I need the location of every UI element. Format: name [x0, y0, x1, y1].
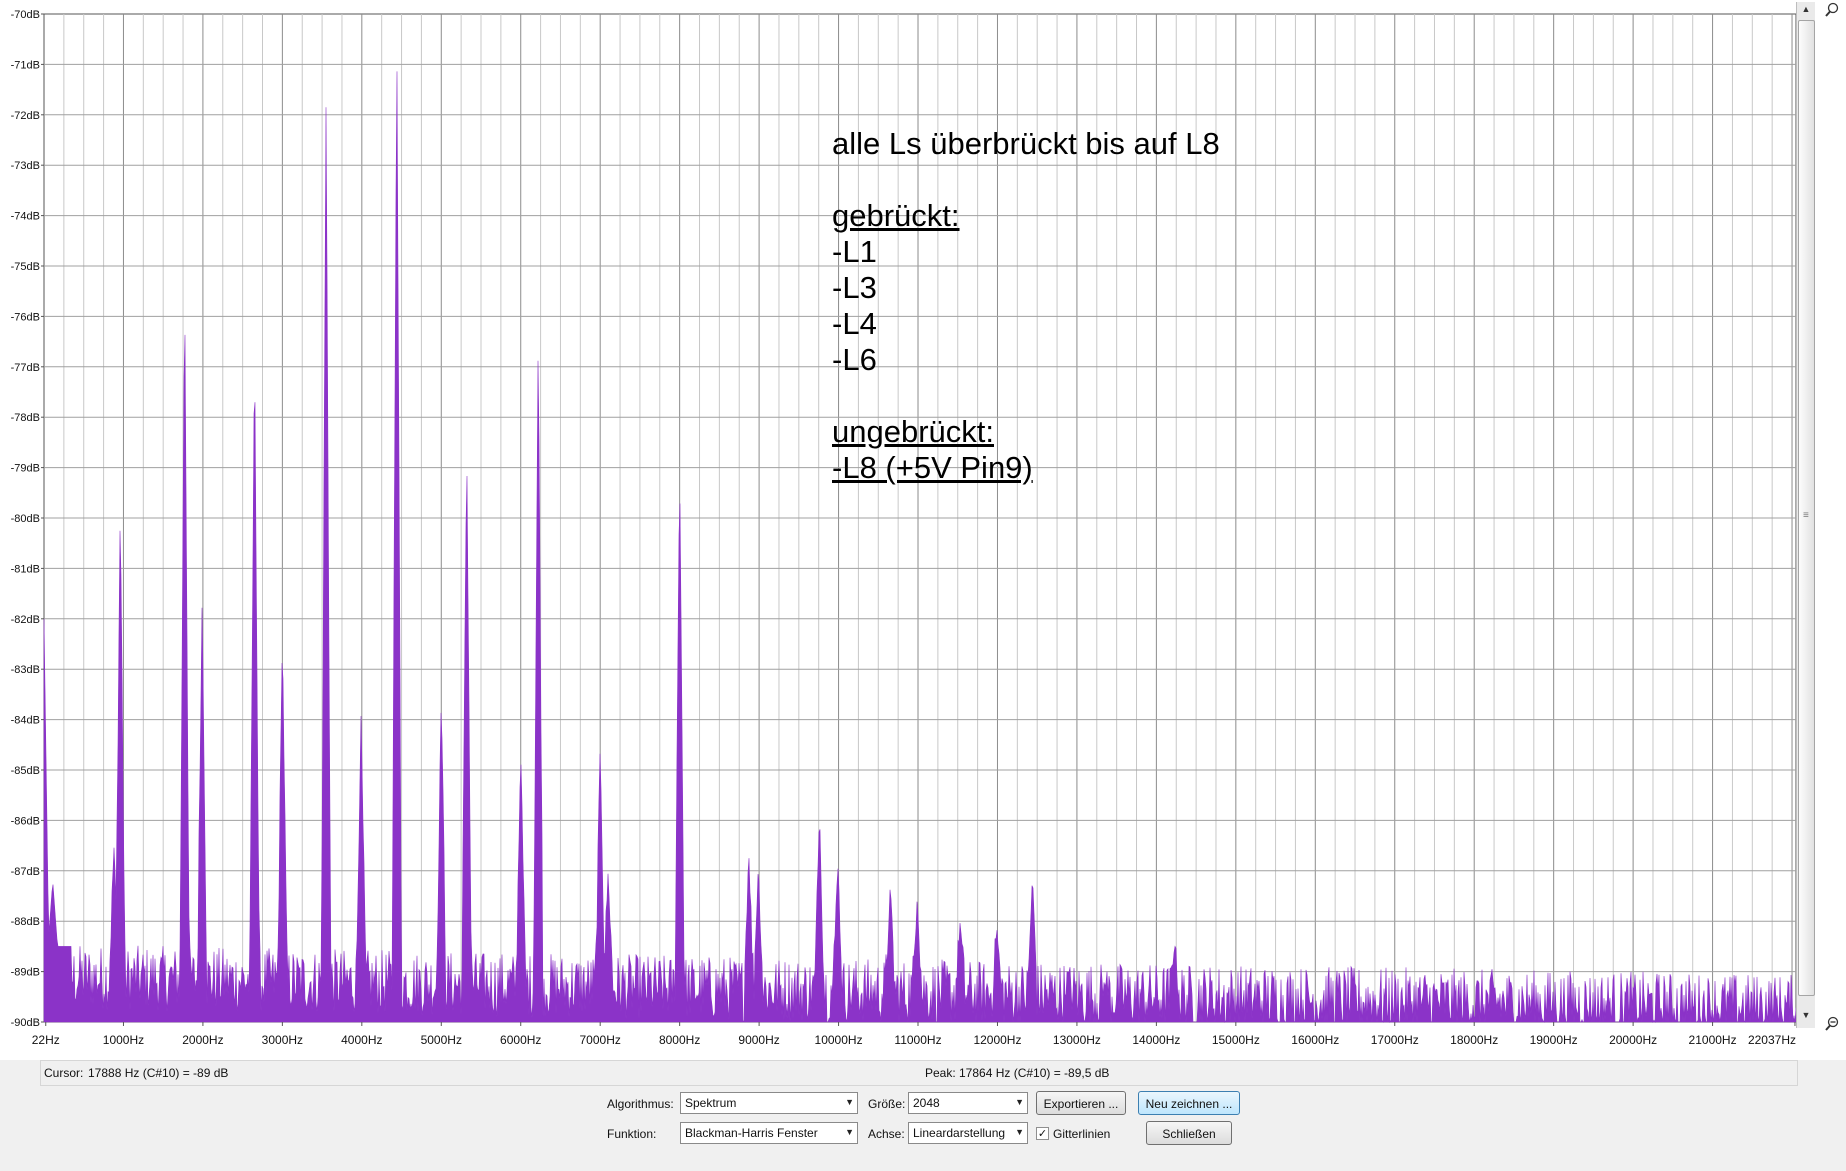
y-tick-label: -71dB — [11, 59, 40, 71]
function-label: Funktion: — [607, 1127, 657, 1141]
vertical-scrollbar[interactable]: ▲ ≡ ▼ — [1796, 2, 1815, 1028]
y-tick-label: -72dB — [11, 110, 40, 122]
x-tick-label: 13000Hz — [1053, 1033, 1101, 1047]
zoom-in-icon[interactable] — [1824, 2, 1840, 18]
x-tick-label: 22037Hz — [1748, 1033, 1796, 1047]
axis-select[interactable]: Lineardarstellung ▼ — [908, 1122, 1028, 1144]
y-tick-label: -82dB — [11, 614, 40, 626]
function-select[interactable]: Blackman-Harris Fenster ▼ — [680, 1122, 858, 1144]
x-tick-label: 4000Hz — [341, 1033, 382, 1047]
gridlines-checkbox[interactable]: ✓ — [1036, 1127, 1049, 1140]
y-tick-label: -89dB — [11, 967, 40, 979]
x-tick-label: 18000Hz — [1450, 1033, 1498, 1047]
algorithm-value: Spektrum — [685, 1096, 737, 1110]
algorithm-label: Algorithmus: — [607, 1097, 674, 1111]
annotation-item: -L1 — [832, 234, 877, 269]
gridlines-label: Gitterlinien — [1053, 1127, 1111, 1141]
x-tick-label: 3000Hz — [262, 1033, 303, 1047]
size-value: 2048 — [913, 1096, 940, 1110]
y-tick-label: -88dB — [11, 916, 40, 928]
controls-panel: Algorithmus: Spektrum ▼ Größe: 2048 ▼ Ex… — [0, 1085, 1846, 1171]
grip-icon: ≡ — [1803, 510, 1809, 521]
y-tick-label: -74dB — [11, 211, 40, 223]
algorithm-select[interactable]: Spektrum ▼ — [680, 1092, 858, 1114]
x-tick-label: 16000Hz — [1291, 1033, 1339, 1047]
chevron-down-icon: ▼ — [845, 1097, 854, 1107]
y-tick-label: -84dB — [11, 715, 40, 727]
y-tick-label: -73dB — [11, 160, 40, 172]
plot-annotation: alle Ls überbrückt bis auf L8 gebrückt: … — [832, 126, 1220, 486]
annotation-item: -L8 (+5V Pin9) — [832, 450, 1033, 485]
y-tick-label: -80dB — [11, 513, 40, 525]
y-tick-label: -87dB — [11, 866, 40, 878]
peak-value: 17864 Hz (C#10) = -89,5 dB — [959, 1066, 1110, 1080]
size-label: Größe: — [868, 1097, 906, 1111]
size-select[interactable]: 2048 ▼ — [908, 1092, 1028, 1114]
y-tick-label: -76dB — [11, 311, 40, 323]
x-tick-label: 2000Hz — [182, 1033, 223, 1047]
chevron-down-icon: ▼ — [1015, 1097, 1024, 1107]
y-tick-label: -78dB — [11, 412, 40, 424]
annotation-item: -L6 — [832, 342, 877, 377]
chevron-down-icon: ▼ — [845, 1127, 854, 1137]
axis-value: Lineardarstellung — [913, 1126, 1006, 1140]
redraw-button[interactable]: Neu zeichnen ... — [1138, 1091, 1240, 1115]
x-tick-label: 7000Hz — [580, 1033, 621, 1047]
x-tick-label: 17000Hz — [1371, 1033, 1419, 1047]
annotation-heading-bridged: gebrückt: — [832, 198, 960, 233]
status-bar: Cursor: 17888 Hz (C#10) = -89 dB Peak: 1… — [40, 1060, 1798, 1086]
x-tick-label: 22Hz — [32, 1033, 60, 1047]
x-tick-label: 6000Hz — [500, 1033, 541, 1047]
y-tick-label: -75dB — [11, 261, 40, 273]
x-tick-label: 21000Hz — [1689, 1033, 1737, 1047]
x-tick-label: 8000Hz — [659, 1033, 700, 1047]
annotation-heading-unbridged: ungebrückt: — [832, 414, 994, 449]
y-tick-label: -83dB — [11, 664, 40, 676]
annotation-item: -L3 — [832, 270, 877, 305]
y-tick-label: -90dB — [11, 1017, 40, 1029]
axis-label: Achse: — [868, 1127, 905, 1141]
x-tick-label: 10000Hz — [815, 1033, 863, 1047]
cursor-label: Cursor: — [44, 1066, 84, 1080]
x-tick-label: 12000Hz — [973, 1033, 1021, 1047]
x-tick-label: 11000Hz — [894, 1033, 941, 1047]
y-tick-label: -79dB — [11, 463, 40, 475]
x-tick-label: 15000Hz — [1212, 1033, 1260, 1047]
function-value: Blackman-Harris Fenster — [685, 1126, 818, 1140]
x-tick-label: 5000Hz — [421, 1033, 462, 1047]
scroll-up-arrow-icon[interactable]: ▲ — [1797, 4, 1815, 20]
annotation-title: alle Ls überbrückt bis auf L8 — [832, 126, 1220, 161]
zoom-out-icon[interactable] — [1824, 1016, 1840, 1032]
x-tick-label: 1000Hz — [103, 1033, 144, 1047]
y-tick-label: -77dB — [11, 362, 40, 374]
x-tick-label: 20000Hz — [1609, 1033, 1657, 1047]
spectrum-plot-area[interactable]: -70dB -71dB -72dB -73dB -74dB -75dB -76dB -77dB… — [0, 0, 1846, 1060]
y-tick-label: -70dB — [11, 9, 40, 21]
export-button[interactable]: Exportieren ... — [1036, 1091, 1126, 1115]
chevron-down-icon: ▼ — [1015, 1127, 1024, 1137]
y-tick-label: -86dB — [11, 815, 40, 827]
scrollbar-thumb[interactable]: ≡ — [1798, 20, 1815, 996]
close-button[interactable]: Schließen — [1146, 1121, 1232, 1145]
scroll-down-arrow-icon[interactable]: ▼ — [1797, 1010, 1815, 1026]
y-tick-label: -81dB — [11, 563, 40, 575]
x-tick-label: 19000Hz — [1530, 1033, 1578, 1047]
y-tick-label: -85dB — [11, 765, 40, 777]
cursor-value: 17888 Hz (C#10) = -89 dB — [88, 1066, 229, 1080]
peak-label: Peak: — [925, 1066, 956, 1080]
x-tick-label: 14000Hz — [1132, 1033, 1180, 1047]
annotation-item: -L4 — [832, 306, 877, 341]
x-tick-label: 9000Hz — [738, 1033, 779, 1047]
